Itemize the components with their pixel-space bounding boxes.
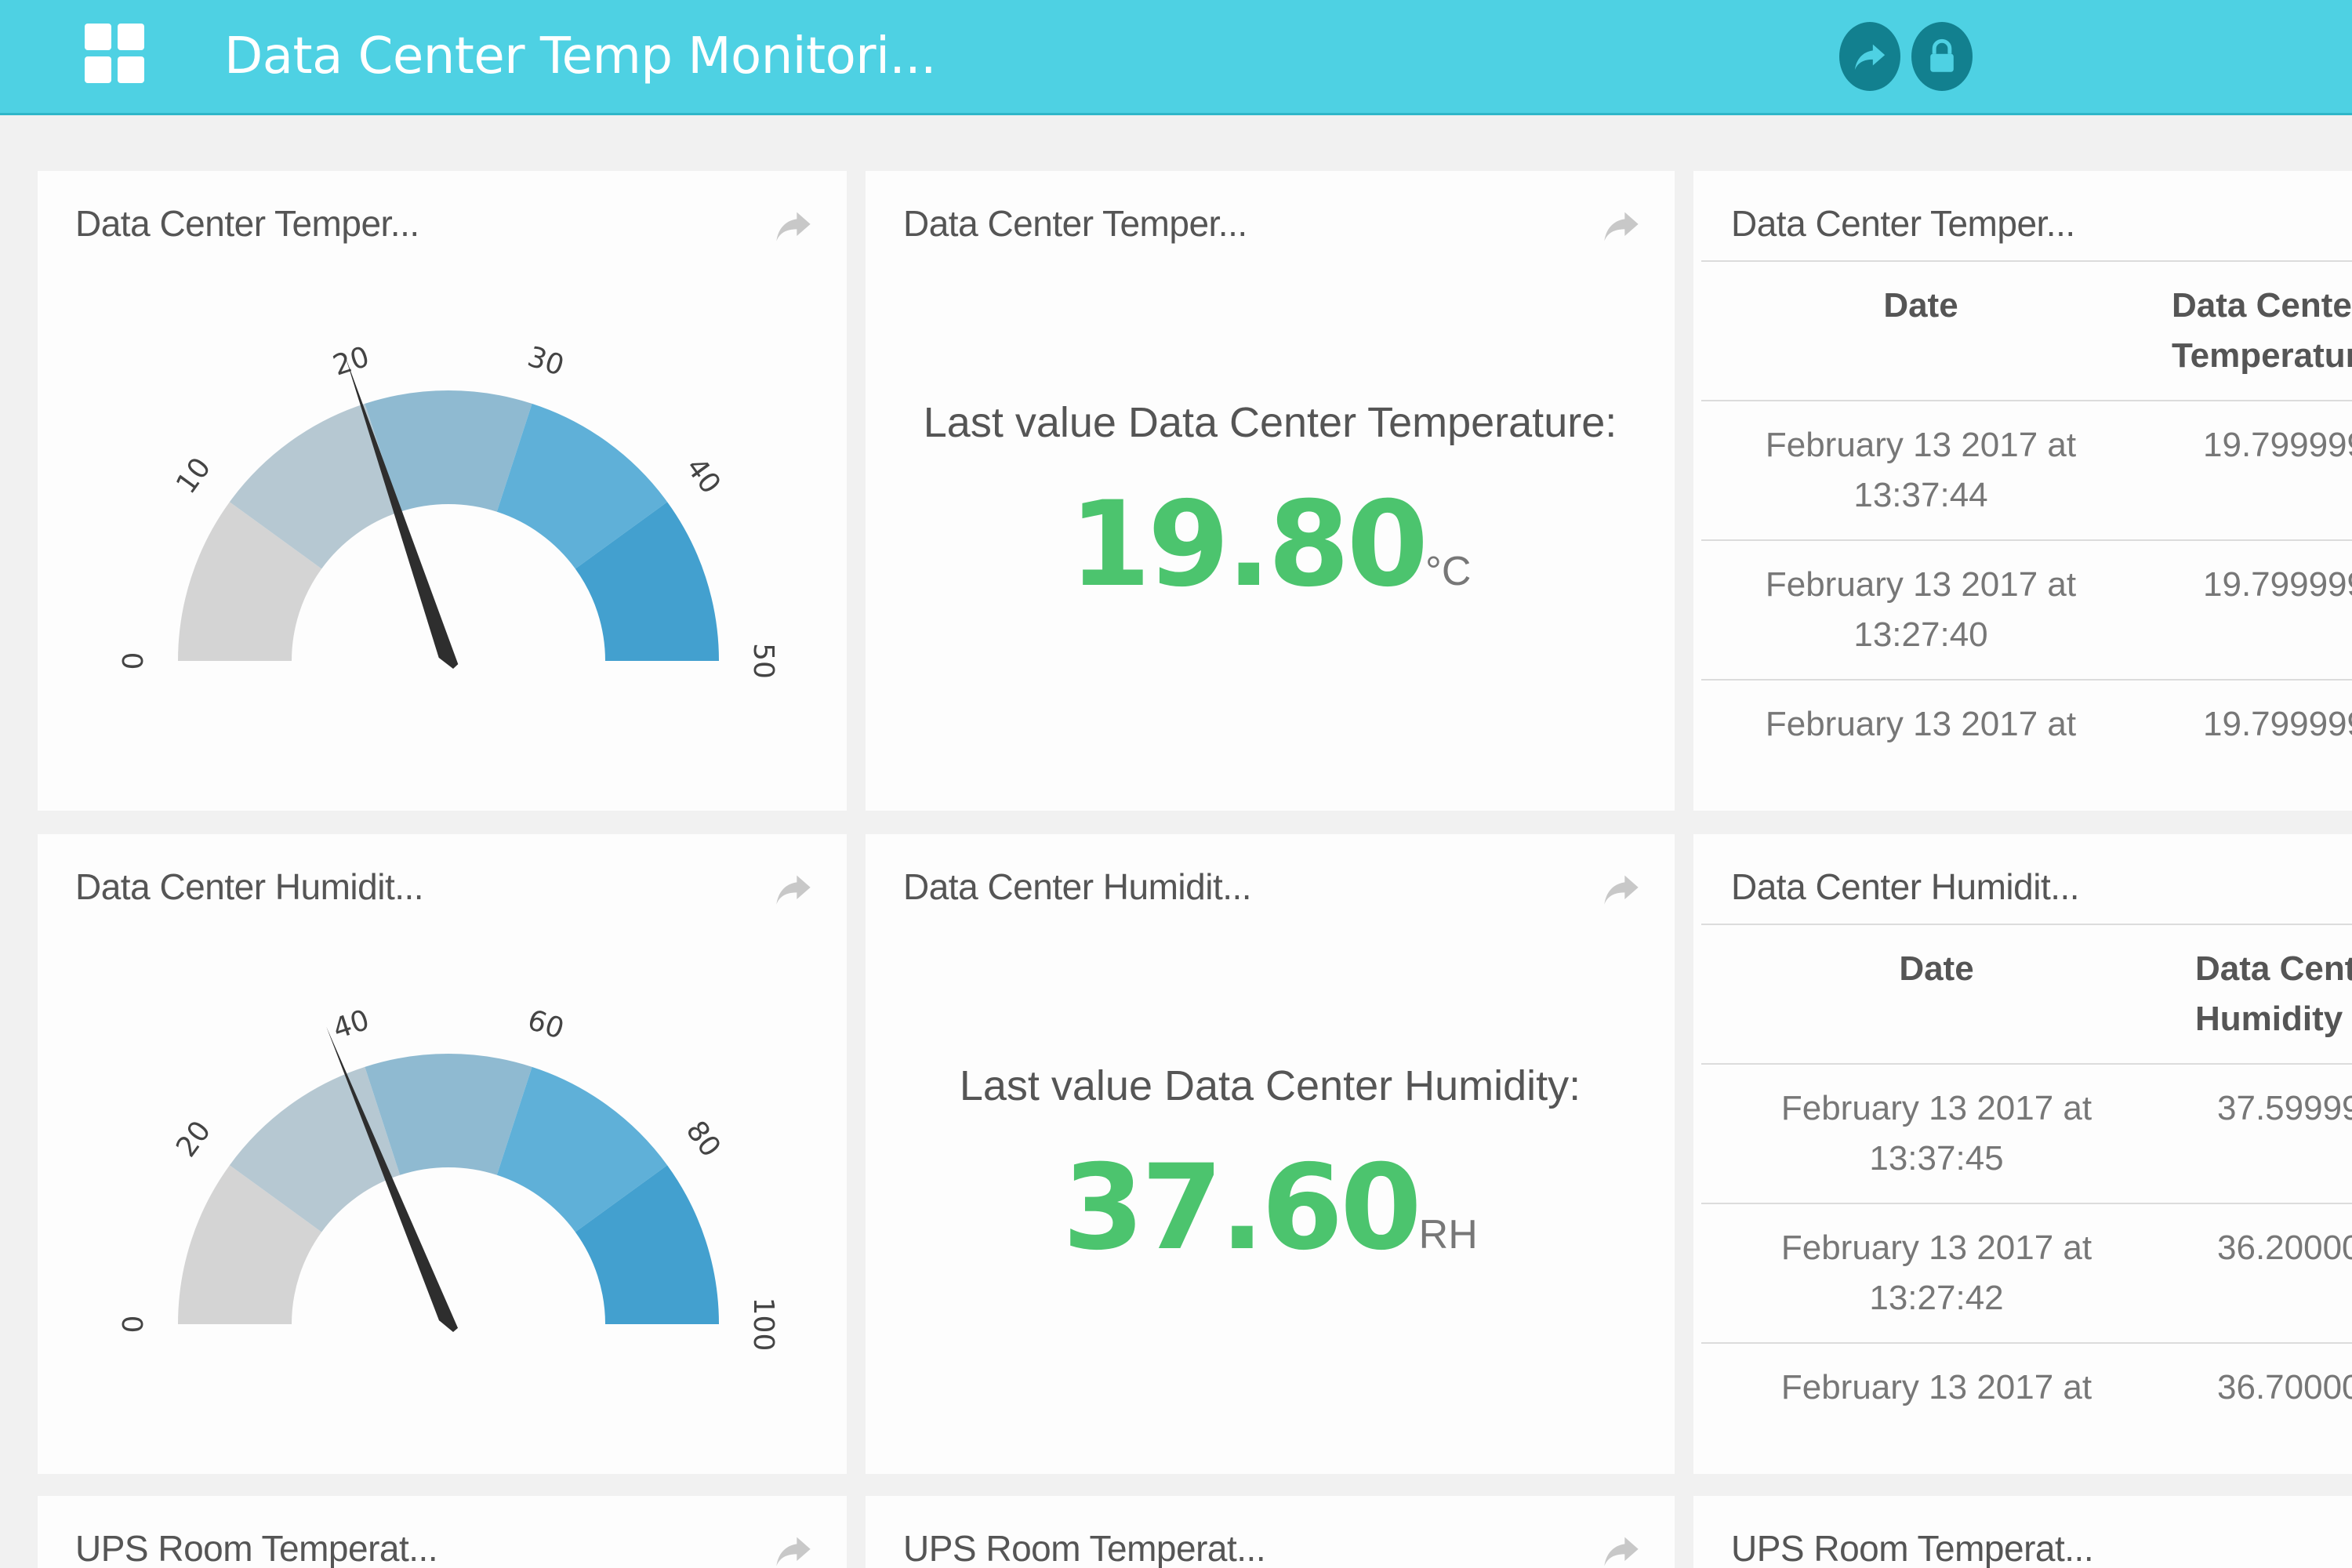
last-value-unit: RH bbox=[1418, 1212, 1478, 1258]
last-value-display: 19.80°C bbox=[866, 477, 1675, 613]
temperature-gauge: 0 10 20 30 40 50 bbox=[118, 341, 779, 679]
last-value-number: 37.60 bbox=[1062, 1140, 1421, 1276]
gauge-tick-label: 80 bbox=[680, 1115, 727, 1163]
share-icon[interactable] bbox=[773, 1530, 814, 1568]
gauge-tick-label: 20 bbox=[170, 1115, 217, 1163]
gauge-tick-label: 0 bbox=[118, 652, 150, 670]
gauge-tick-label: 0 bbox=[118, 1316, 150, 1334]
humidity-gauge-card: Data Center Humidit... 0 20 40 60 80 100 bbox=[38, 834, 847, 1474]
share-icon[interactable] bbox=[1601, 1530, 1642, 1568]
value-column-header: Data Center Temperature bbox=[2172, 286, 2352, 375]
divider bbox=[1701, 260, 2352, 262]
table-cell-date: February 13 2017 at bbox=[1765, 705, 2077, 743]
gauge-tick-label: 10 bbox=[170, 452, 217, 499]
card-title: UPS Room Temperat... bbox=[1731, 1528, 2094, 1568]
table-cell-date: February 13 2017 at 13:27:40 bbox=[1765, 565, 2077, 654]
divider bbox=[1701, 924, 2352, 925]
value-column-header: Data Center Humidity bbox=[2195, 949, 2352, 1038]
gauge-tick-label: 20 bbox=[329, 341, 373, 383]
table-cell-value: 19.799999 bbox=[2203, 426, 2352, 464]
divider bbox=[1701, 1203, 2352, 1204]
share-icon bbox=[1854, 44, 1886, 71]
gauge-tick-label: 40 bbox=[329, 1004, 373, 1046]
card-title: Data Center Temper... bbox=[1731, 203, 2075, 244]
humidity-gauge: 0 20 40 60 80 100 bbox=[118, 1004, 779, 1352]
last-value-label: Last value Data Center Humidity: bbox=[959, 1062, 1581, 1109]
divider bbox=[1701, 679, 2352, 681]
gauge-tick-label: 50 bbox=[747, 643, 779, 679]
divider bbox=[1701, 539, 2352, 541]
share-icon[interactable] bbox=[1601, 869, 1642, 909]
date-column-header: Date bbox=[1883, 286, 1958, 325]
temperature-value-card: Data Center Temper... Last value Data Ce… bbox=[866, 171, 1675, 811]
ups-temperature-history-card: UPS Room Temperat... bbox=[1693, 1496, 2352, 1568]
share-dashboard-button[interactable] bbox=[1839, 22, 1900, 91]
divider bbox=[1701, 1063, 2352, 1065]
gauge-tick-label: 30 bbox=[524, 341, 568, 383]
card-title: UPS Room Temperat... bbox=[903, 1528, 1266, 1568]
card-title: Data Center Temper... bbox=[903, 203, 1247, 244]
card-title: Data Center Humidit... bbox=[903, 866, 1252, 907]
table-cell-value: 19.799999 bbox=[2203, 565, 2352, 604]
table-cell-value: 37.599998 bbox=[2217, 1089, 2352, 1127]
table-cell-value: 19.799999 bbox=[2203, 705, 2352, 743]
date-column-header: Date bbox=[1899, 949, 1974, 988]
card-title: Data Center Humidit... bbox=[1731, 866, 2080, 907]
grid-icon[interactable] bbox=[85, 24, 144, 83]
last-value-number: 19.80 bbox=[1069, 477, 1428, 613]
dashboard-title: Data Center Temp Monitori... bbox=[224, 27, 936, 85]
last-value-label: Last value Data Center Temperature: bbox=[923, 399, 1617, 446]
table-cell-date: February 13 2017 at 13:37:45 bbox=[1780, 1089, 2092, 1178]
table-cell-date: February 13 2017 at 13:27:42 bbox=[1780, 1229, 2092, 1317]
temperature-history-card: Data Center Temper... Date Data Center T… bbox=[1693, 171, 2352, 811]
table-cell-date: February 13 2017 at 13:37:44 bbox=[1765, 426, 2077, 514]
last-value-unit: °C bbox=[1425, 549, 1472, 594]
lock-dashboard-button[interactable] bbox=[1911, 22, 1973, 91]
humidity-value-card: Data Center Humidit... Last value Data C… bbox=[866, 834, 1675, 1474]
table-cell-date: February 13 2017 at bbox=[1780, 1368, 2092, 1406]
ups-temperature-gauge-card: UPS Room Temperat... bbox=[38, 1496, 847, 1568]
humidity-history-card: Data Center Humidit... Date Data Center … bbox=[1693, 834, 2352, 1474]
table-cell-value: 36.200001 bbox=[2217, 1229, 2352, 1267]
share-icon[interactable] bbox=[1601, 205, 1642, 246]
top-bar: Data Center Temp Monitori... bbox=[0, 0, 2352, 115]
divider bbox=[1701, 400, 2352, 401]
ups-temperature-value-card: UPS Room Temperat... bbox=[866, 1496, 1675, 1568]
gauge-tick-label: 40 bbox=[680, 452, 727, 499]
gauge-tick-label: 60 bbox=[524, 1004, 568, 1046]
temperature-gauge-card: Data Center Temper... 0 10 20 30 40 50 bbox=[38, 171, 847, 811]
lock-icon bbox=[1930, 38, 1954, 72]
gauge-tick-label: 100 bbox=[747, 1298, 779, 1352]
card-title: UPS Room Temperat... bbox=[75, 1528, 438, 1568]
last-value-display: 37.60RH bbox=[866, 1140, 1675, 1276]
table-cell-value: 36.700001 bbox=[2217, 1368, 2352, 1406]
divider bbox=[1701, 1342, 2352, 1344]
